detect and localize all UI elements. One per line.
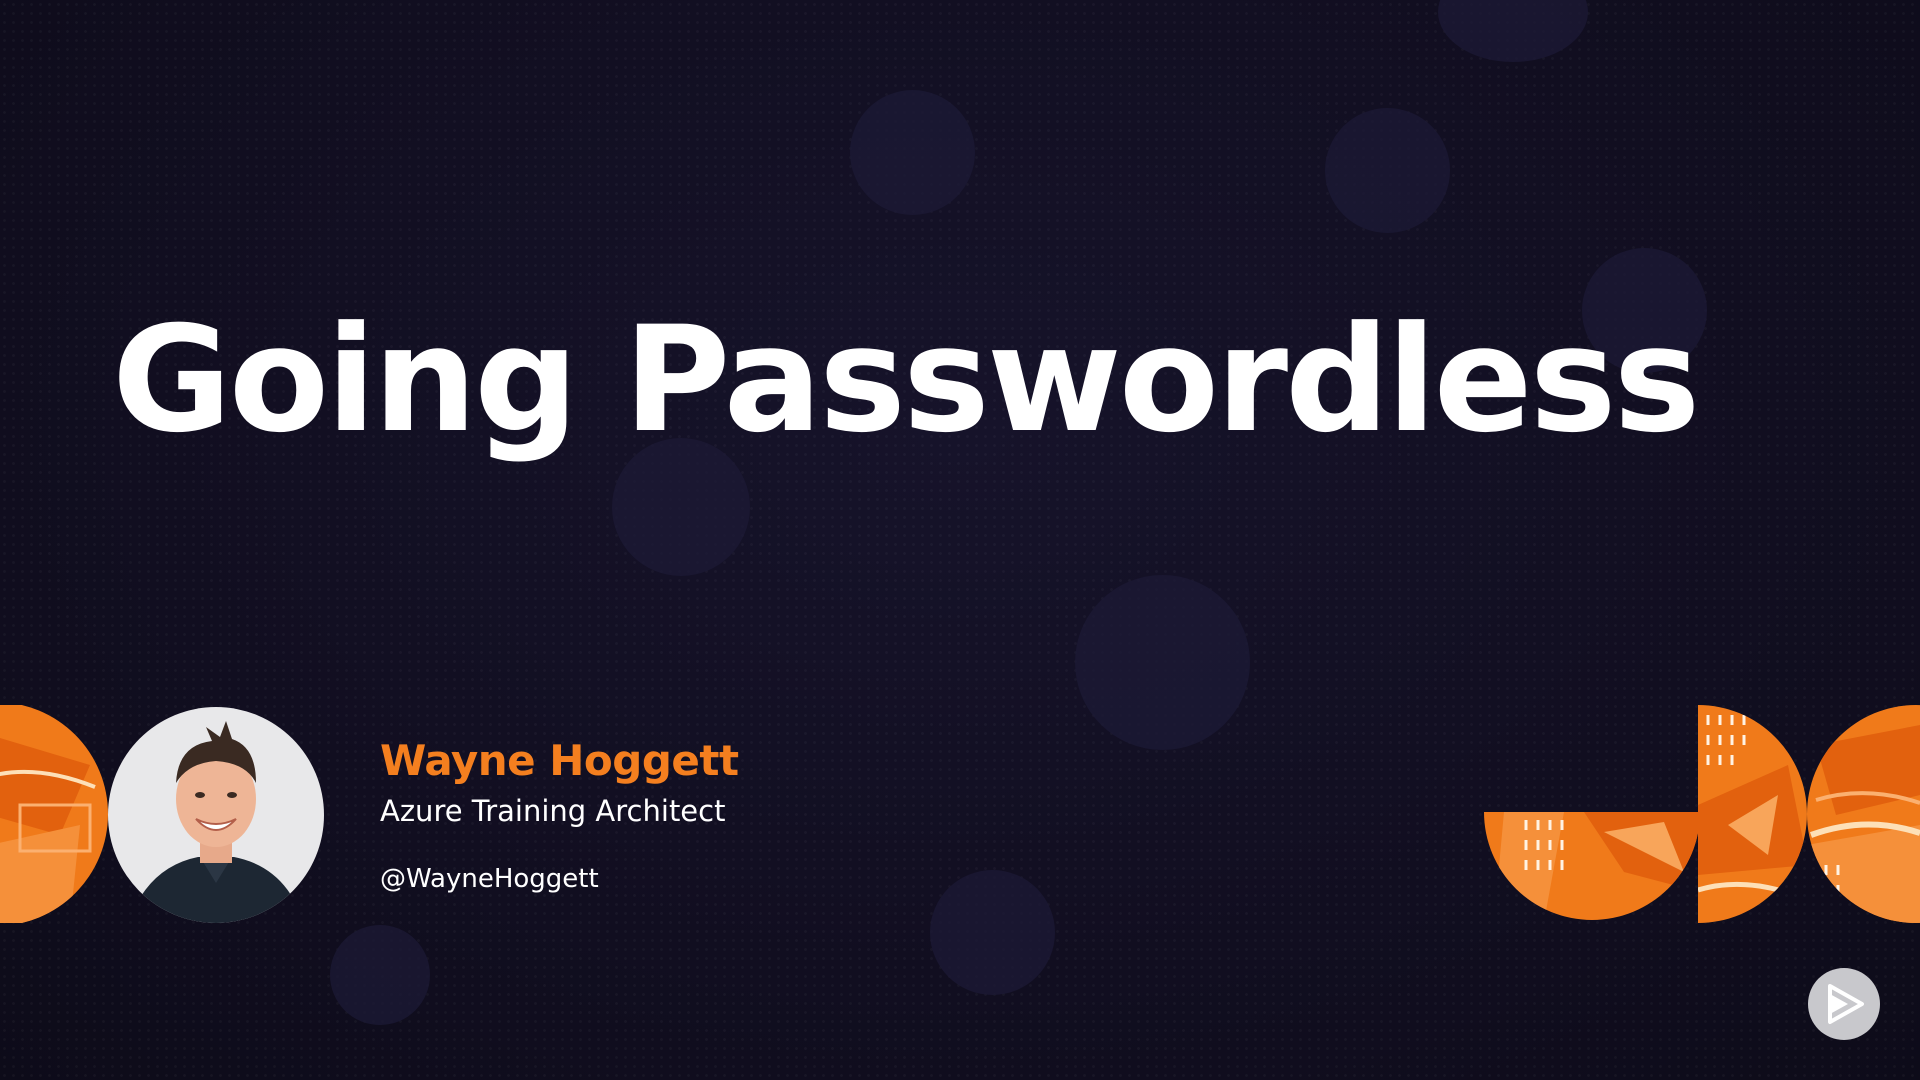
- background-bubble: [1325, 108, 1450, 233]
- presenter-photo: [108, 707, 324, 923]
- slide-title: Going Passwordless: [112, 295, 1700, 465]
- orange-semicircle-bottom-decoration: [1484, 812, 1700, 922]
- background-bubble: [1075, 575, 1250, 750]
- background-bubble: [330, 925, 430, 1025]
- orange-semicircle-right-decoration: [1698, 705, 1808, 923]
- background-bubble: [850, 90, 975, 215]
- background-bubble: [930, 870, 1055, 995]
- presenter-role: Azure Training Architect: [380, 794, 726, 828]
- orange-circle-decoration-left: [0, 705, 110, 923]
- presenter-info: Wayne Hoggett Azure Training Architect @…: [380, 735, 739, 897]
- play-button[interactable]: [1808, 968, 1880, 1040]
- title-slide: Going Passwordless Wayne Hoggett Azure T…: [0, 0, 1920, 1080]
- presenter-name: Wayne Hoggett: [380, 736, 739, 785]
- play-icon: [1828, 984, 1864, 1024]
- orange-circle-decoration-right: [1806, 705, 1920, 923]
- presenter-handle: @WayneHoggett: [380, 864, 599, 894]
